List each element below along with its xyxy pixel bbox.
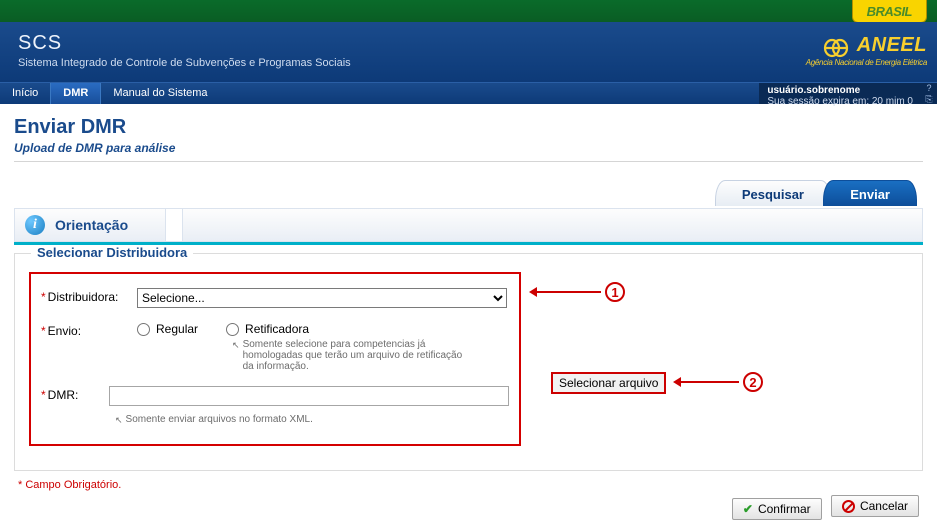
orientacao-label[interactable]: Orientação: [55, 217, 128, 233]
app-title: SCS: [18, 32, 919, 55]
fieldset-legend: Selecionar Distribuidora: [31, 245, 193, 260]
selecionar-arquivo-button[interactable]: Selecionar arquivo: [551, 372, 666, 394]
app-header: SCS Sistema Integrado de Controle de Sub…: [0, 22, 937, 82]
required-note: * Campo Obrigatório.: [18, 479, 937, 491]
brasil-badge[interactable]: BRASIL: [852, 0, 927, 23]
envio-regular-label: Regular: [156, 322, 198, 336]
arrow-left-icon: [673, 377, 681, 387]
aneel-logo-text: ANEEL: [857, 34, 927, 56]
callout-2: 2: [673, 372, 763, 392]
envio-retificadora-option[interactable]: Retificadora: [226, 322, 476, 336]
nav-manual[interactable]: Manual do Sistema: [101, 83, 219, 104]
tabs: Pesquisar Enviar: [14, 178, 923, 208]
form-fieldset: Selecionar Distribuidora *Distribuidora:…: [14, 253, 923, 471]
envio-retificadora-radio[interactable]: [226, 323, 239, 336]
dmr-file-input[interactable]: [109, 386, 509, 406]
gov-topbar: BRASIL: [0, 0, 937, 22]
highlighted-area: *Distribuidora: Selecione... *Envio: Reg…: [29, 272, 521, 446]
help-icon[interactable]: ?: [923, 83, 935, 94]
envio-regular-option[interactable]: Regular: [137, 322, 198, 336]
action-bar: ✔ Confirmar Cancelar: [0, 491, 937, 528]
panel-notch: [165, 209, 183, 241]
cancel-button[interactable]: Cancelar: [831, 495, 919, 517]
check-icon: ✔: [743, 502, 753, 516]
tab-pesquisar[interactable]: Pesquisar: [715, 180, 831, 206]
dmr-label: *DMR:: [41, 386, 109, 402]
callout-1-number: 1: [605, 282, 625, 302]
forbidden-icon: [842, 500, 855, 513]
aneel-symbol-icon: [823, 38, 849, 58]
orientacao-panel: i Orientação: [14, 208, 923, 245]
main-nav: Início DMR Manual do Sistema usuário.sob…: [0, 82, 937, 104]
header-icons: ? ⎘: [921, 83, 937, 104]
arrow-left-icon: [529, 287, 537, 297]
logout-icon[interactable]: ⎘: [923, 94, 935, 105]
info-icon: i: [25, 215, 45, 235]
confirm-button[interactable]: ✔ Confirmar: [732, 498, 822, 520]
session-user: usuário.sobrenome: [767, 85, 913, 96]
envio-retificadora-label: Retificadora: [245, 322, 309, 336]
aneel-logo: ANEEL Agência Nacional de Energia Elétri…: [806, 34, 927, 67]
envio-regular-radio[interactable]: [137, 323, 150, 336]
dmr-hint: ↖ Somente enviar arquivos no formato XML…: [109, 414, 359, 426]
nav-dmr[interactable]: DMR: [50, 83, 101, 104]
page-title: Enviar DMR: [14, 116, 923, 139]
app-subtitle: Sistema Integrado de Controle de Subvenç…: [18, 57, 919, 69]
nav-inicio[interactable]: Início: [0, 83, 50, 104]
retificadora-hint: ↖ Somente selecione para competencias já…: [226, 339, 476, 372]
session-info: usuário.sobrenome Sua sessão expira em: …: [759, 83, 921, 104]
callout-2-number: 2: [743, 372, 763, 392]
envio-label: *Envio:: [41, 322, 137, 338]
callout-1: 1: [529, 282, 625, 302]
divider: [14, 161, 923, 162]
page-subtitle: Upload de DMR para análise: [14, 141, 923, 155]
confirm-label: Confirmar: [758, 502, 811, 516]
cancel-label: Cancelar: [860, 499, 908, 513]
aneel-logo-sub: Agência Nacional de Energia Elétrica: [806, 58, 927, 67]
tab-enviar[interactable]: Enviar: [823, 180, 917, 206]
hint-arrow-icon: ↖: [115, 414, 123, 426]
hint-arrow-icon: ↖: [232, 339, 240, 372]
session-expires: Sua sessão expira em: 20 mim 0: [767, 96, 913, 107]
distribuidora-select[interactable]: Selecione...: [137, 288, 507, 308]
distribuidora-label: *Distribuidora:: [41, 288, 137, 304]
